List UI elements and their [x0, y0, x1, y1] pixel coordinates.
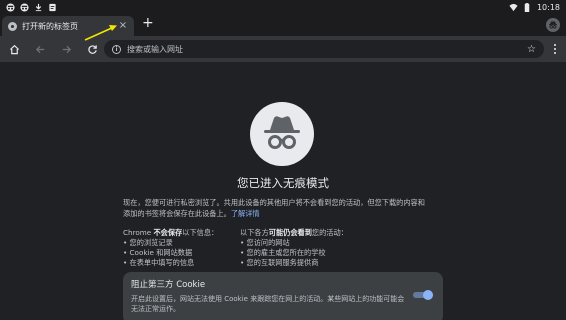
incognito-page: 您已进入无痕模式 现在，您便可进行私密浏览了。共用此设备的其他用户将不会看到您的…	[0, 62, 566, 320]
not-saved-list: 您的浏览记录 Cookie 和网站数据 在表单中填写的信息	[123, 238, 238, 268]
still-visible-suffix: 您的活动：	[311, 228, 348, 237]
not-saved-bold: 不会保存	[153, 228, 183, 237]
cookie-card-title: 阻止第三方 Cookie	[131, 280, 206, 290]
menu-dot	[554, 52, 556, 54]
tab-title: 打开新的标签页	[22, 21, 78, 31]
incognito-status-icon	[6, 2, 15, 12]
list-item: 您的互联网服务提供商	[240, 258, 390, 268]
back-button[interactable]	[30, 39, 50, 59]
home-icon	[9, 44, 19, 54]
list-item: 您的雇主或您所在的学校	[240, 248, 390, 258]
page-title: 您已进入无痕模式	[237, 176, 329, 190]
tab-strip: 打开新的标签页 ×	[0, 14, 566, 36]
toggle-thumb	[423, 290, 433, 300]
still-visible-column: 以下各方可能仍会看到您的活动： 您访问的网站 您的雇主或您所在的学校 您的互联网…	[240, 228, 390, 268]
battery-icon	[523, 2, 532, 12]
status-time: 10:18	[536, 2, 560, 12]
new-tab-button[interactable]: +	[142, 16, 154, 30]
intro-line-2: 添加的书签将会保存在此设备上。了解详情	[123, 208, 443, 219]
not-saved-suffix: 以下信息：	[182, 228, 219, 237]
incognito-intro: 现在，您便可进行私密浏览了。共用此设备的其他用户将不会看到您的活动，但您下载的内…	[123, 197, 443, 219]
not-saved-prefix: Chrome	[123, 228, 154, 237]
still-visible-list: 您访问的网站 您的雇主或您所在的学校 您的互联网服务提供商	[240, 238, 390, 268]
incognito-status-icon	[20, 2, 29, 12]
not-saved-column: Chrome 不会保存以下信息： 您的浏览记录 Cookie 和网站数据 在表单…	[123, 228, 238, 268]
list-item: Cookie 和网站数据	[123, 248, 238, 258]
incognito-logo-icon	[250, 102, 314, 166]
intro-line-1: 现在，您便可进行私密浏览了。共用此设备的其他用户将不会看到您的活动，但您下载的内…	[123, 198, 425, 207]
learn-more-link[interactable]: 了解详情	[231, 209, 260, 218]
forward-arrow-icon	[62, 45, 71, 53]
omnibox-input[interactable]: 搜索或输入网址	[127, 44, 527, 55]
menu-dot	[554, 44, 556, 46]
wifi-icon	[509, 3, 518, 12]
intro-line-2-text: 添加的书签将会保存在此设备上。	[123, 209, 231, 218]
cookie-card-description: 开启此设置后，网站无法使用 Cookie 来跟踪您在网上的活动。某些网站上的功能…	[131, 295, 405, 313]
block-cookies-toggle[interactable]	[413, 290, 433, 300]
home-button[interactable]	[4, 39, 24, 59]
tab-new-tab-page[interactable]: 打开新的标签页 ×	[2, 16, 134, 36]
bookmark-star-icon[interactable]: ☆	[527, 44, 536, 55]
still-visible-header: 以下各方可能仍会看到您的活动：	[240, 228, 390, 238]
list-item: 在表单中填写的信息	[123, 258, 238, 268]
forward-button[interactable]	[56, 39, 76, 59]
status-bar-left	[6, 2, 57, 12]
document-status-icon	[48, 3, 57, 12]
menu-dot	[554, 48, 556, 50]
omnibox[interactable]: i 搜索或输入网址 ☆	[104, 40, 544, 58]
still-visible-prefix: 以下各方	[240, 228, 269, 237]
back-arrow-icon	[35, 45, 44, 53]
status-bar: 10:18	[0, 0, 566, 14]
block-third-party-cookies-card: 阻止第三方 Cookie 开启此设置后，网站无法使用 Cookie 来跟踪您在网…	[123, 272, 443, 320]
not-saved-header: Chrome 不会保存以下信息：	[123, 228, 238, 238]
incognito-tab-switcher-icon[interactable]	[546, 18, 560, 32]
chrome-favicon-icon	[8, 21, 17, 31]
close-tab-icon[interactable]: ×	[118, 21, 128, 31]
menu-button[interactable]	[550, 42, 560, 56]
reload-icon	[87, 44, 97, 54]
status-bar-right: 10:18	[509, 2, 560, 12]
reload-button[interactable]	[82, 39, 102, 59]
info-icon[interactable]: i	[112, 44, 121, 54]
still-visible-bold: 可能仍会看到	[268, 228, 312, 237]
download-status-icon	[34, 3, 43, 12]
list-item: 您访问的网站	[240, 238, 390, 248]
list-item: 您的浏览记录	[123, 238, 238, 248]
